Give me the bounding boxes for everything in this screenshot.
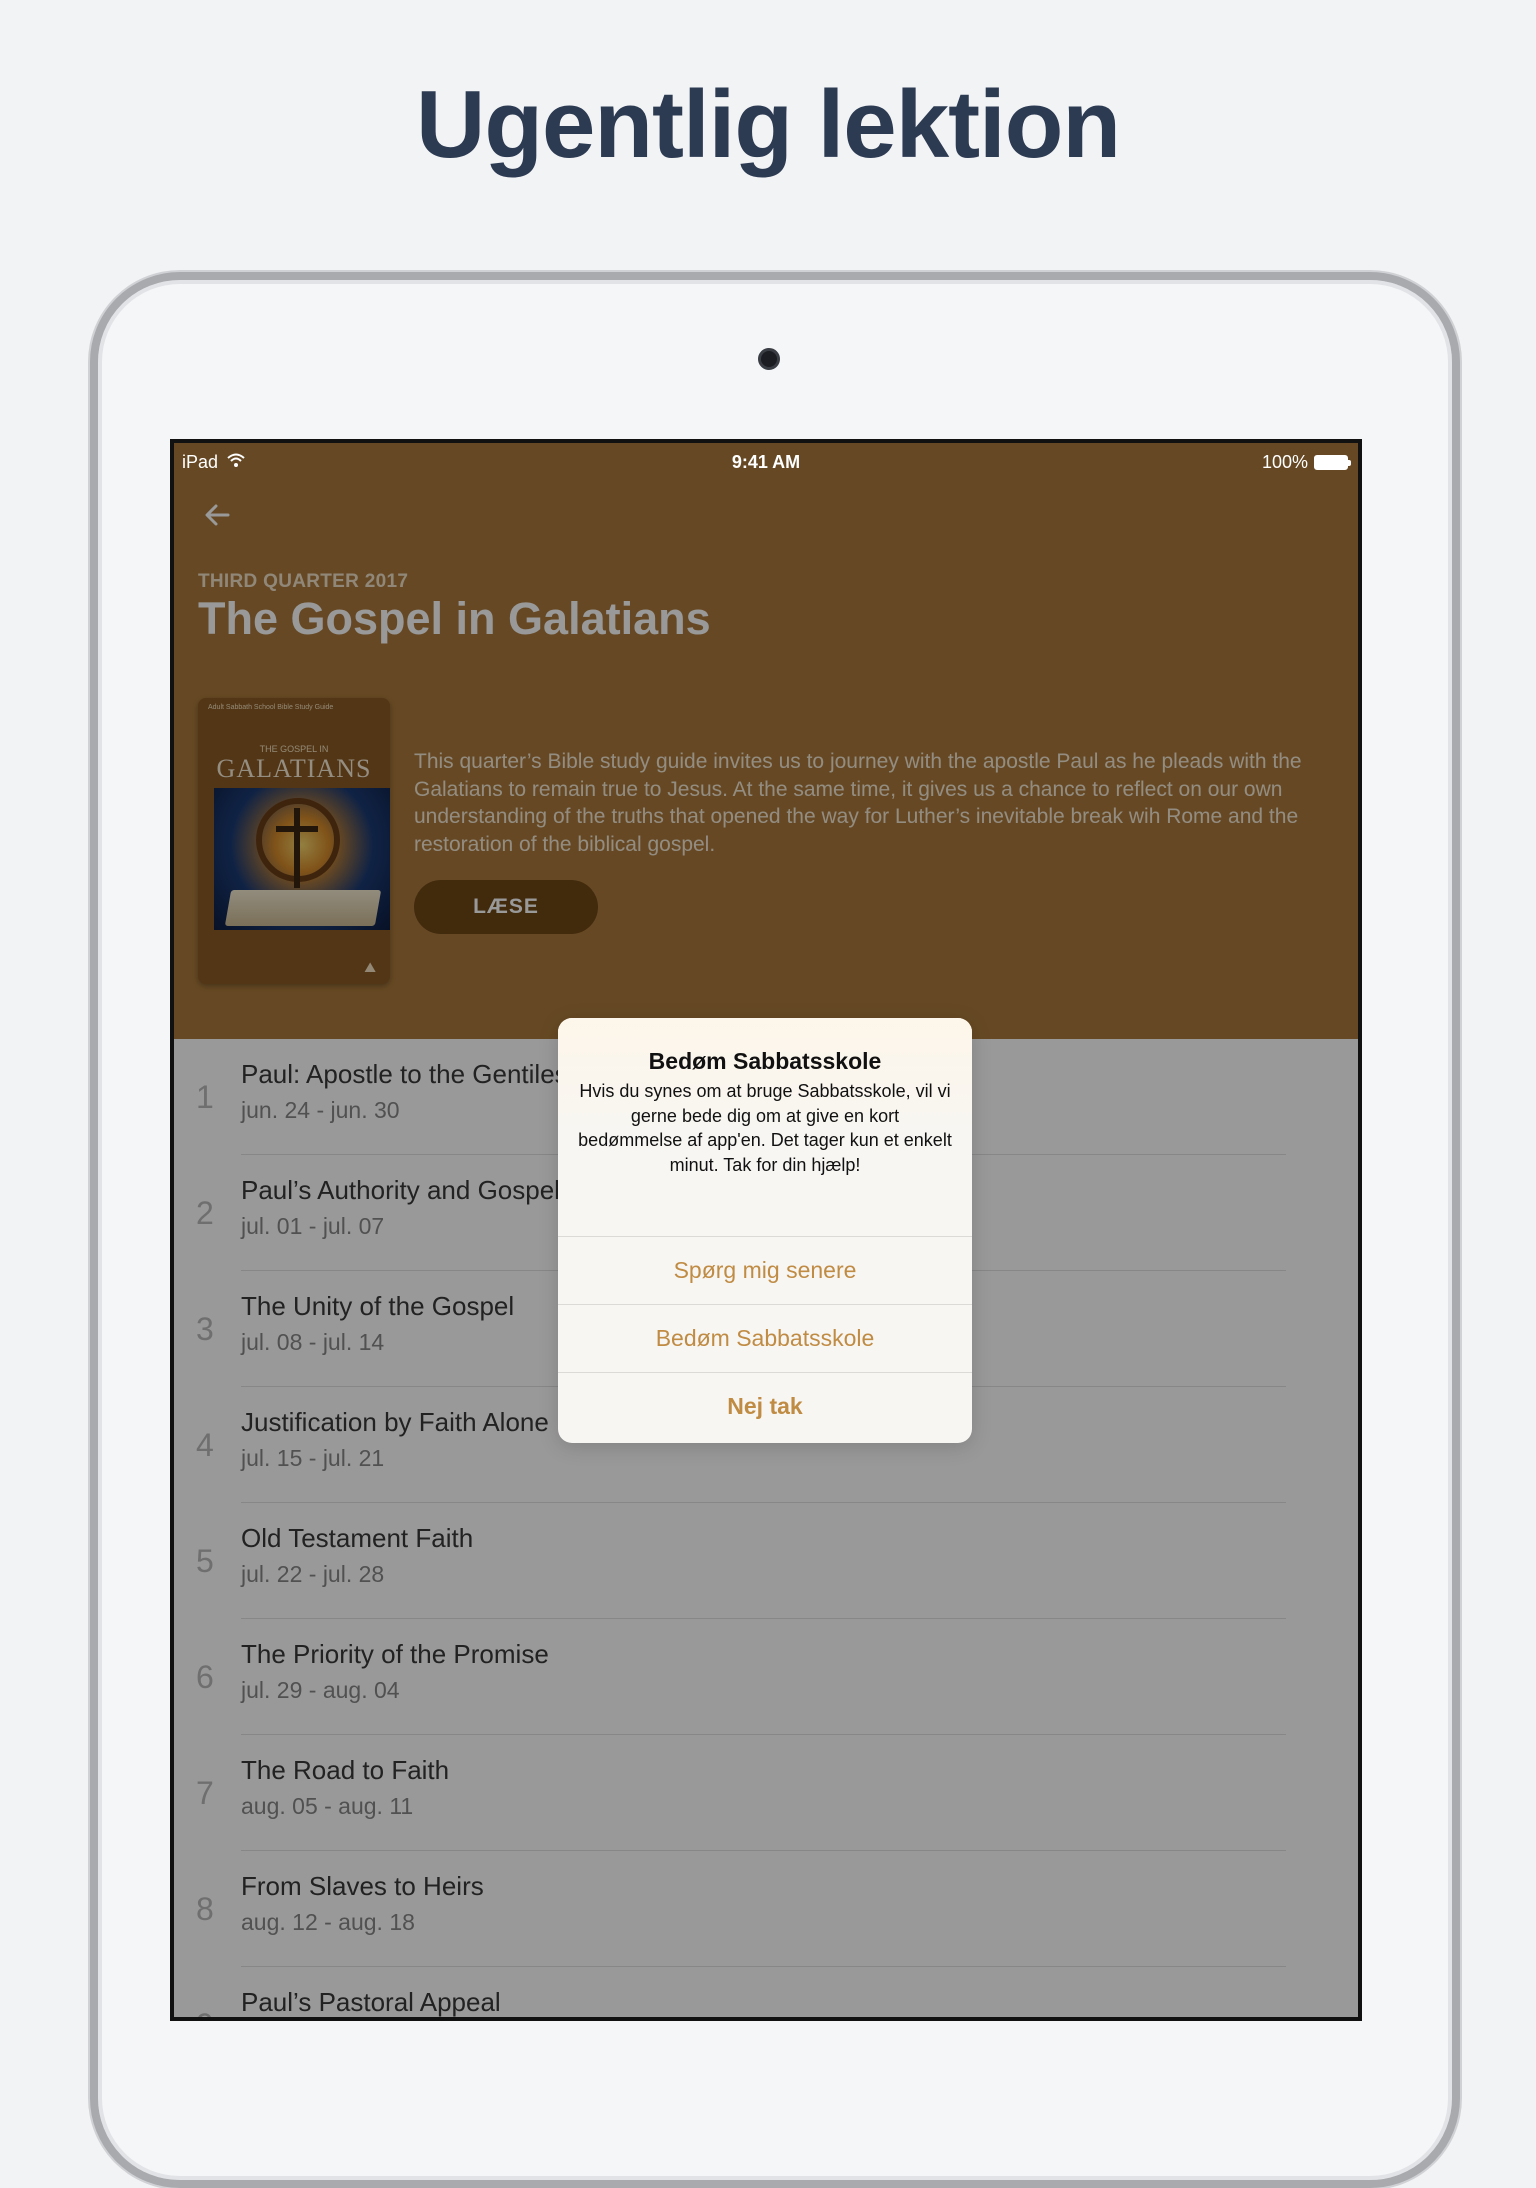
ask-later-button[interactable]: Spørg mig senere: [558, 1236, 972, 1304]
dialog-title: Bedøm Sabbatsskole: [648, 1048, 882, 1074]
rate-app-button[interactable]: Bedøm Sabbatsskole: [558, 1304, 972, 1372]
wifi-icon: [226, 452, 246, 473]
rate-app-dialog: Bedøm Sabbatsskole Hvis du synes om at b…: [558, 1018, 972, 1443]
page-headline: Ugentlig lektion: [416, 71, 1121, 178]
status-time: 9:41 AM: [731, 451, 801, 472]
status-bar: iPad 9:41 AM 100%: [174, 443, 1358, 481]
device-screen: THIRD QUARTER 2017 The Gospel in Galatia…: [170, 439, 1362, 2021]
battery-icon: [1314, 454, 1351, 470]
device-name: iPad: [182, 451, 219, 472]
dialog-message: Hvis du synes om at bruge Sabbatsskole, …: [578, 1081, 952, 1175]
no-thanks-button[interactable]: Nej tak: [558, 1372, 972, 1440]
camera-icon: [758, 348, 780, 370]
battery-percent: 100%: [1261, 451, 1308, 472]
